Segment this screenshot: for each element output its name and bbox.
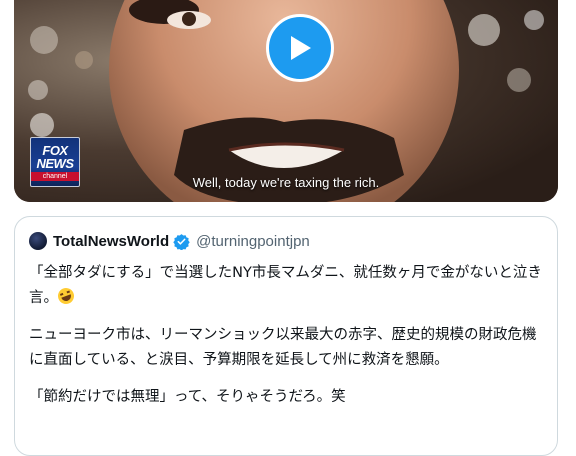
tweet-paragraph-text: 「全部タダにする」で当選したNY市長マムダニ、就任数ヶ月で金がないと泣き言。: [29, 265, 542, 306]
video-player[interactable]: Well, today we're taxing the rich.: [14, 0, 558, 202]
handle[interactable]: @turningpointjpn: [196, 233, 310, 250]
display-name[interactable]: TotalNewsWorld: [53, 233, 169, 250]
logo-line-3: channel: [31, 171, 79, 181]
logo-line-1: FOX: [42, 142, 68, 158]
tweet-text: 「全部タダにする」で当選したNY市長マムダニ、就任数ヶ月で金がないと泣き言。 ニ…: [29, 261, 543, 410]
quoted-tweet[interactable]: TotalNewsWorld @turningpointjpn 「全部タダにする…: [14, 216, 558, 456]
tweet-paragraph: ニューヨーク市は、リーマンショック以来最大の赤字、歴史的規模の財政危機に直面して…: [29, 327, 537, 368]
video-caption: Well, today we're taxing the rich.: [192, 175, 380, 190]
tweet-paragraph: 「全部タダにする」で当選したNY市長マムダニ、就任数ヶ月で金がないと泣き言。: [29, 261, 543, 311]
tweet-paragraph: 「節約だけでは無理」って、そりゃそうだろ。笑: [29, 389, 346, 405]
quoted-tweet-author[interactable]: TotalNewsWorld @turningpointjpn: [29, 231, 543, 251]
play-button[interactable]: [266, 14, 334, 82]
avatar[interactable]: [29, 232, 47, 250]
rolling-on-floor-laughing-icon: [55, 285, 77, 307]
verified-badge-icon: [173, 233, 190, 250]
fox-news-channel-logo: FOX NEWS channel: [30, 137, 80, 187]
play-icon: [291, 36, 311, 60]
logo-line-2: NEWS: [36, 155, 75, 171]
